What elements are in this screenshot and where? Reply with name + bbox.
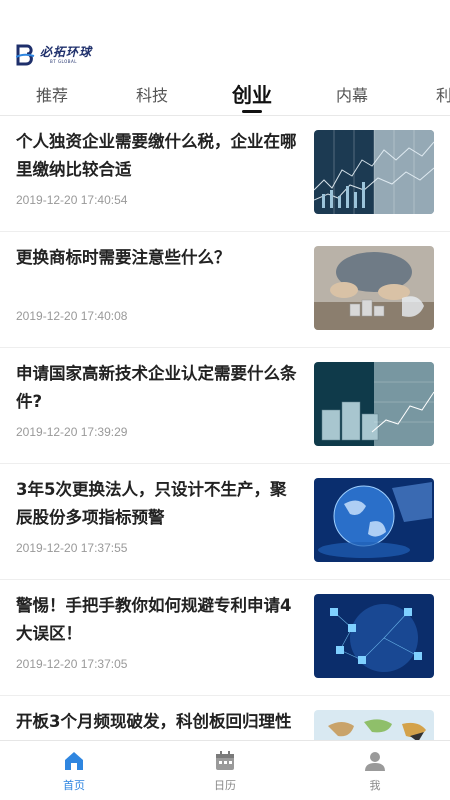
tab-recommend[interactable]: 推荐 xyxy=(36,82,68,106)
active-tab-indicator xyxy=(242,110,262,113)
calendar-icon xyxy=(213,749,237,773)
article-time: 2019-12-20 17:40:54 xyxy=(16,193,128,207)
tab-more[interactable]: 利 xyxy=(436,82,450,106)
article-item[interactable]: 警惕！手把手教你如何规避专利申请4大误区！ 2019-12-20 17:37:0… xyxy=(0,580,450,696)
coins-hand-image[interactable] xyxy=(314,246,434,330)
article-time: 2019-12-20 17:40:08 xyxy=(16,309,128,323)
article-title[interactable]: 3年5次更换法人，只设计不生产，聚辰股份多项指标预警 xyxy=(16,476,298,532)
stock-chart-image[interactable] xyxy=(314,130,434,214)
article-title[interactable]: 申请国家高新技术企业认定需要什么条件? xyxy=(16,360,298,416)
logo-mark-icon xyxy=(16,44,36,66)
tab-me[interactable]: 我 xyxy=(335,749,415,793)
article-title[interactable]: 开板3个月频现破发，科创板回归理性 xyxy=(16,708,298,736)
article-title[interactable]: 更换商标时需要注意些什么？ xyxy=(16,244,298,272)
article-item[interactable]: 个人独资企业需要缴什么税，企业在哪里缴纳比较合适 2019-12-20 17:4… xyxy=(0,116,450,232)
article-item[interactable]: 3年5次更换法人，只设计不生产，聚辰股份多项指标预警 2019-12-20 17… xyxy=(0,464,450,580)
tab-calendar-label: 日历 xyxy=(214,779,236,792)
network-globe-image[interactable] xyxy=(314,594,434,678)
globe-image[interactable] xyxy=(314,478,434,562)
category-tabs: 推荐 科技 创业 内幕 利 xyxy=(0,72,450,116)
article-item[interactable]: 申请国家高新技术企业认定需要什么条件? 2019-12-20 17:39:29 xyxy=(0,348,450,464)
logo-text-cn: 必拓环球 xyxy=(40,45,93,59)
tab-startup[interactable]: 创业 xyxy=(232,79,272,108)
article-item[interactable]: 更换商标时需要注意些什么？ 2019-12-20 17:40:08 xyxy=(0,232,450,348)
article-item[interactable]: 开板3个月频现破发，科创板回归理性 xyxy=(0,696,450,740)
article-time: 2019-12-20 17:37:55 xyxy=(16,541,128,555)
world-map-image[interactable] xyxy=(314,710,434,740)
tab-tech[interactable]: 科技 xyxy=(136,82,168,106)
article-time: 2019-12-20 17:39:29 xyxy=(16,425,128,439)
app-logo: 必拓环球 BT GLOBAL xyxy=(16,44,92,66)
article-title[interactable]: 警惕！手把手教你如何规避专利申请4大误区！ xyxy=(16,592,298,648)
tab-insider[interactable]: 内幕 xyxy=(336,82,368,106)
tab-home-label: 首页 xyxy=(63,779,85,792)
tab-me-label: 我 xyxy=(369,779,381,792)
coin-stacks-chart-image[interactable] xyxy=(314,362,434,446)
article-time: 2019-12-20 17:37:05 xyxy=(16,657,128,671)
user-icon xyxy=(363,749,387,773)
article-title[interactable]: 个人独资企业需要缴什么税，企业在哪里缴纳比较合适 xyxy=(16,128,298,184)
bottom-tab-bar: 首页 日历 我 xyxy=(0,740,450,800)
app-header: 必拓环球 BT GLOBAL xyxy=(0,0,450,70)
tab-calendar[interactable]: 日历 xyxy=(185,749,265,793)
article-feed[interactable]: 个人独资企业需要缴什么税，企业在哪里缴纳比较合适 2019-12-20 17:4… xyxy=(0,116,450,740)
logo-text-en: BT GLOBAL xyxy=(50,59,78,64)
tab-home[interactable]: 首页 xyxy=(34,749,114,793)
home-icon xyxy=(62,749,86,773)
